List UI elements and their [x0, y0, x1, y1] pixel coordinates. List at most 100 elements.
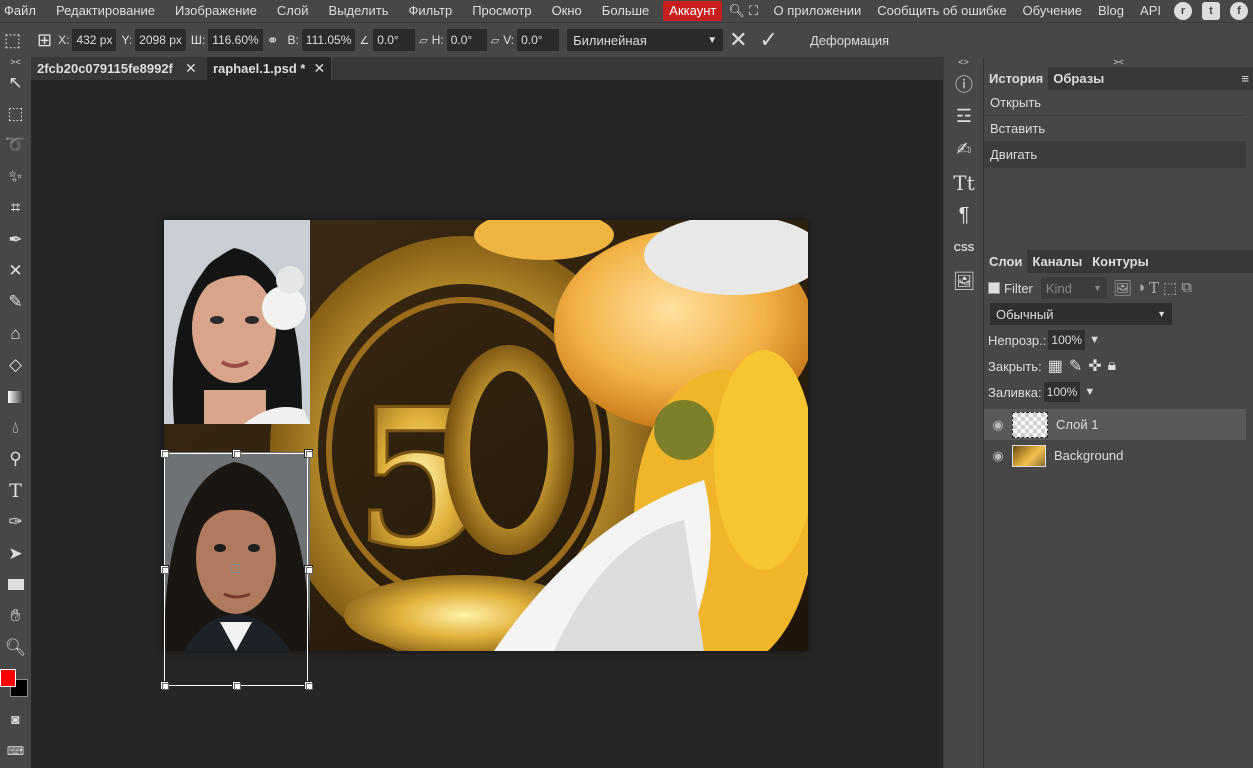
- skew-v-field[interactable]: 0.0°: [517, 29, 560, 51]
- move-tool-icon[interactable]: ↖: [0, 67, 31, 98]
- filter-smart-icon[interactable]: ⧉: [1181, 279, 1192, 297]
- menu-layer[interactable]: Слой: [267, 0, 319, 22]
- opacity-field[interactable]: 100%: [1048, 330, 1086, 350]
- eyedropper-tool-icon[interactable]: ✒︎: [0, 224, 31, 255]
- interpolation-select[interactable]: Билинейная ▼: [567, 29, 724, 51]
- portrait-woman[interactable]: [164, 220, 310, 424]
- filter-shape-icon[interactable]: ⬚: [1163, 279, 1177, 297]
- eraser-tool-icon[interactable]: ◇: [0, 350, 31, 381]
- tab-layers[interactable]: Слои: [984, 250, 1028, 273]
- menu-select[interactable]: Выделить: [319, 0, 399, 22]
- collapse-icon[interactable]: ><: [984, 57, 1253, 67]
- reference-point-icon[interactable]: ⊞: [37, 30, 52, 51]
- foreground-color-swatch[interactable]: [0, 669, 16, 688]
- lock-position-icon[interactable]: ✜: [1088, 356, 1101, 376]
- collapse-icon[interactable]: ><: [0, 57, 31, 67]
- chevron-down-icon[interactable]: ▼: [1084, 386, 1095, 398]
- transform-handle-bottom[interactable]: [232, 681, 241, 690]
- blur-tool-icon[interactable]: 💧︎: [0, 412, 31, 443]
- lock-transparency-icon[interactable]: ▦: [1048, 356, 1063, 376]
- path-select-tool-icon[interactable]: ➤: [0, 538, 31, 569]
- crop-tool-icon[interactable]: ⌗: [0, 193, 31, 224]
- close-icon[interactable]: ✕: [313, 57, 325, 80]
- width-field[interactable]: 116.60%: [208, 29, 263, 51]
- confirm-icon[interactable]: ✓: [760, 29, 778, 51]
- menu-edit[interactable]: Редактирование: [46, 0, 165, 22]
- cancel-icon[interactable]: ✕: [729, 29, 747, 51]
- history-item[interactable]: Открыть: [984, 90, 1246, 116]
- lasso-tool-icon[interactable]: ➰: [0, 130, 31, 161]
- marquee-tool-icon[interactable]: ⬚: [0, 98, 31, 129]
- transform-icon[interactable]: ⬚: [4, 30, 21, 51]
- text-tool-icon[interactable]: T: [0, 475, 31, 506]
- stamp-tool-icon[interactable]: ⌂: [0, 318, 31, 349]
- visibility-eye-icon[interactable]: ◉: [984, 448, 1012, 464]
- zoom-tool-icon[interactable]: 🔍︎: [0, 632, 31, 663]
- link-icon[interactable]: ⚭: [267, 32, 279, 49]
- blend-mode-select[interactable]: Обычный ▼: [990, 303, 1172, 325]
- layer-row-selected[interactable]: ◉ Слой 1: [984, 409, 1246, 440]
- menu-file[interactable]: Файл: [0, 0, 46, 22]
- visibility-eye-icon[interactable]: ◉: [984, 417, 1012, 433]
- transform-center-point[interactable]: [231, 564, 240, 573]
- height-field[interactable]: 111.05%: [301, 29, 356, 51]
- screen-mode-icon[interactable]: ⌨: [0, 735, 31, 766]
- tab-channels[interactable]: Каналы: [1027, 250, 1087, 273]
- menu-learn[interactable]: Обучение: [1015, 0, 1090, 22]
- menu-more[interactable]: Больше: [592, 0, 660, 22]
- layer-row[interactable]: ◉ Background: [984, 440, 1246, 471]
- twitter-icon[interactable]: t: [1202, 2, 1220, 20]
- gradient-tool-icon[interactable]: [0, 381, 31, 412]
- character-icon[interactable]: Tt: [944, 166, 984, 199]
- hand-tool-icon[interactable]: ✋︎: [0, 601, 31, 632]
- skew-h-field[interactable]: 0.0°: [446, 29, 487, 51]
- fill-field[interactable]: 100%: [1043, 382, 1081, 402]
- css-icon[interactable]: CSS: [944, 232, 984, 265]
- brush-settings-icon[interactable]: ✍︎: [944, 133, 984, 166]
- healing-tool-icon[interactable]: ✕: [0, 255, 31, 286]
- paragraph-icon[interactable]: ¶: [944, 199, 984, 232]
- filter-adjustment-icon[interactable]: ◑: [1136, 279, 1145, 297]
- transform-handle-top-right[interactable]: [304, 449, 313, 458]
- transform-handle-bottom-left[interactable]: [160, 681, 169, 690]
- adjustments-icon[interactable]: ☲: [944, 100, 984, 133]
- magic-wand-tool-icon[interactable]: ✨︎: [0, 161, 31, 192]
- reddit-icon[interactable]: r: [1174, 2, 1192, 20]
- shape-tool-icon[interactable]: [0, 569, 31, 600]
- chevron-down-icon[interactable]: ▼: [1089, 334, 1100, 346]
- facebook-icon[interactable]: f: [1230, 2, 1248, 20]
- menu-view[interactable]: Просмотр: [462, 0, 541, 22]
- menu-about[interactable]: О приложении: [766, 0, 870, 22]
- filter-checkbox[interactable]: [988, 282, 1000, 294]
- kind-select[interactable]: Kind ▼: [1040, 277, 1107, 299]
- image-icon[interactable]: 🖼︎: [944, 265, 984, 298]
- angle-field[interactable]: 0.0°: [373, 29, 416, 51]
- menu-blog[interactable]: Blog: [1090, 0, 1132, 22]
- info-icon[interactable]: ⓘ: [944, 67, 984, 100]
- tab-swatches[interactable]: Образы: [1048, 67, 1109, 90]
- tab-document-1[interactable]: 2fcb20c079115fe8992f ✕: [31, 57, 207, 80]
- history-item-current[interactable]: Двигать: [984, 142, 1246, 168]
- quick-mask-icon[interactable]: ◙: [0, 703, 31, 734]
- lock-pixels-icon[interactable]: ✎: [1069, 356, 1082, 376]
- transform-handle-right[interactable]: [304, 565, 313, 574]
- menu-filter[interactable]: Фильтр: [399, 0, 463, 22]
- close-icon[interactable]: ✕: [185, 57, 197, 80]
- transform-handle-top-left[interactable]: [160, 449, 169, 458]
- lock-all-icon[interactable]: 🔒︎: [1108, 357, 1117, 375]
- filter-text-icon[interactable]: T: [1149, 279, 1159, 297]
- panel-menu-icon[interactable]: ≡: [1241, 67, 1249, 90]
- warp-button[interactable]: Деформация: [810, 33, 889, 48]
- dodge-tool-icon[interactable]: ⚲: [0, 444, 31, 475]
- filter-image-icon[interactable]: 🖼︎: [1113, 279, 1132, 297]
- pen-tool-icon[interactable]: ✑: [0, 506, 31, 537]
- menu-api[interactable]: API: [1132, 0, 1169, 22]
- account-button[interactable]: Аккаунт: [663, 1, 723, 21]
- history-item[interactable]: Вставить: [984, 116, 1246, 142]
- menu-window[interactable]: Окно: [542, 0, 592, 22]
- x-field[interactable]: 432 px: [72, 29, 117, 51]
- y-field[interactable]: 2098 px: [135, 29, 186, 51]
- fullscreen-icon[interactable]: ⛶: [747, 0, 760, 22]
- expand-icon[interactable]: <>: [944, 57, 983, 67]
- search-icon[interactable]: 🔍︎: [726, 0, 747, 22]
